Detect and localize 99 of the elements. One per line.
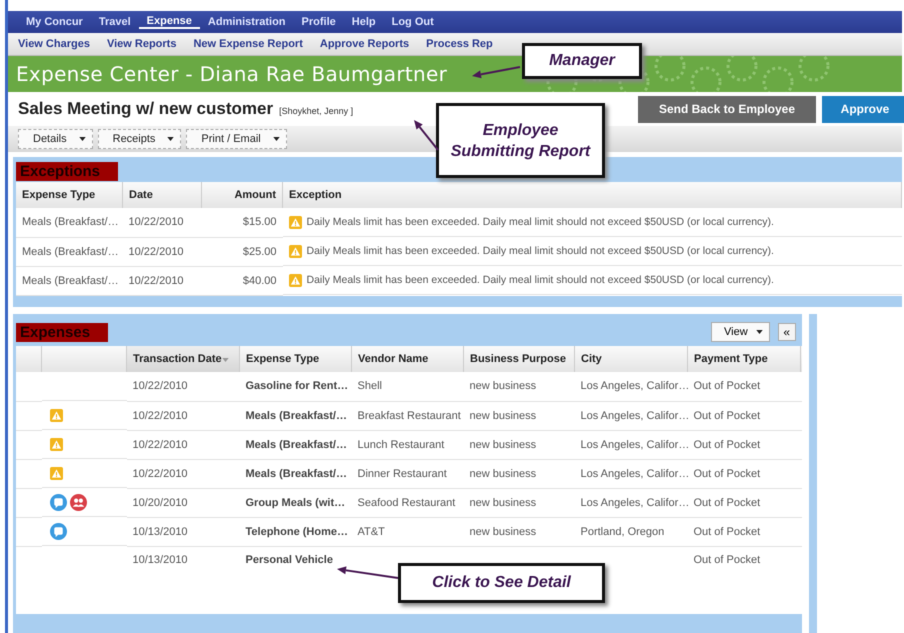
nav-link[interactable]: Approve Reports: [320, 38, 410, 50]
nav-tab[interactable]: My Concur: [18, 16, 91, 28]
nav-tab[interactable]: Administration: [200, 16, 294, 28]
table-cell: 10/13/2010: [132, 526, 188, 538]
table-cell: $15.00: [202, 208, 282, 237]
expense-link[interactable]: Personal Vehicle: [246, 554, 333, 566]
table-cell: Out of Pocket: [694, 526, 760, 538]
expense-link[interactable]: Group Meals (wit…: [246, 496, 346, 508]
table-cell: new business: [470, 410, 536, 422]
table-cell: new business: [470, 526, 536, 538]
table-cell: 10/22/2010: [122, 266, 202, 295]
exception-text: Daily Meals limit has been exceeded. Daily meal limit should not exceed $50USD (or local currency).: [306, 216, 774, 228]
table-cell: Out of Pocket: [694, 410, 760, 422]
table-cell: Los Angeles, Califor…: [580, 438, 690, 450]
column-header[interactable]: Vendor Name: [352, 346, 464, 372]
table-cell: new business: [470, 496, 536, 508]
table-cell: 10/22/2010: [122, 208, 202, 237]
table-cell: new business: [470, 468, 536, 480]
table-cell: Out of Pocket: [694, 468, 760, 480]
table-cell: Los Angeles, Califor…: [580, 380, 690, 392]
menu-button[interactable]: Details: [18, 129, 93, 149]
caret-icon: [272, 137, 280, 141]
sort-icon: [222, 358, 229, 362]
table-cell: 10/22/2010: [132, 468, 188, 480]
table-cell: Out of Pocket: [694, 438, 760, 450]
table-cell: Lunch Restaurant: [358, 438, 444, 450]
table-cell: 10/22/2010: [132, 438, 188, 450]
table-cell: Meals (Breakfast/…: [16, 266, 122, 295]
table-cell: $40.00: [202, 266, 282, 295]
column-header[interactable]: Payment Type: [688, 346, 800, 372]
approve-button[interactable]: Approve: [822, 96, 904, 122]
callout-box: Employee Submitting Report: [436, 103, 605, 178]
table-cell: 10/22/2010: [132, 380, 188, 392]
nav-tab[interactable]: Travel: [90, 16, 139, 28]
column-header[interactable]: Transaction Date: [126, 346, 240, 372]
nav-tab[interactable]: Profile: [294, 16, 344, 28]
nav-tab[interactable]: Expense: [138, 15, 200, 29]
expense-link[interactable]: Gasoline for Rent…: [246, 380, 348, 392]
table-cell: new business: [470, 438, 536, 450]
nav-link[interactable]: View Reports: [106, 38, 176, 50]
column-header: Amount: [202, 182, 282, 208]
section-heading: Exceptions: [16, 162, 118, 181]
arrow: [472, 66, 520, 78]
table-cell: Shell: [358, 380, 382, 392]
table-cell: $25.00: [202, 237, 282, 266]
exception-text: Daily Meals limit has been exceeded. Daily meal limit should not exceed $50USD (or local currency).: [306, 274, 774, 286]
table-cell: Meals (Breakfast/…: [16, 237, 122, 266]
column-header[interactable]: Expense Type: [240, 346, 352, 372]
column-header[interactable]: City: [574, 346, 688, 372]
table-cell: Out of Pocket: [694, 554, 760, 566]
column-header: Exception: [282, 182, 902, 208]
arrow: [414, 120, 439, 151]
nav-tab[interactable]: Log Out: [384, 16, 442, 28]
table-cell: Out of Pocket: [694, 496, 760, 508]
nav-link[interactable]: View Charges: [18, 38, 90, 50]
view-button[interactable]: View: [711, 322, 770, 342]
callout-box: Manager: [522, 43, 642, 79]
report-title: Sales Meeting w/ new customer: [18, 99, 274, 119]
table-cell: Los Angeles, Califor…: [580, 410, 690, 422]
table-cell: AT&T: [358, 526, 385, 538]
nav-link[interactable]: Process Rep: [426, 38, 493, 50]
caret-icon: [78, 137, 86, 141]
expense-link[interactable]: Meals (Breakfast/…: [246, 410, 347, 422]
nav-link[interactable]: New Expense Report: [193, 38, 303, 50]
expense-link[interactable]: Meals (Breakfast/…: [246, 468, 347, 480]
arrow: [337, 566, 398, 579]
caret-icon: [167, 137, 174, 141]
table-cell: Breakfast Restaurant: [358, 410, 461, 422]
warning-icon: [288, 216, 302, 228]
menu-button[interactable]: Receipts: [98, 129, 182, 149]
callout-box: Click to See Detail: [398, 563, 605, 603]
table-cell: Dinner Restaurant: [358, 468, 447, 480]
employee-name: [Shoykhet, Jenny ]: [279, 106, 354, 116]
table-cell: Out of Pocket: [694, 380, 760, 392]
table-cell: Seafood Restaurant: [358, 496, 456, 508]
expense-link[interactable]: Telephone (Home…: [246, 526, 348, 538]
page-title: Expense Center - Diana Rae Baumgartner: [16, 62, 448, 86]
column-header: Date: [122, 182, 202, 208]
warning-icon: [288, 244, 302, 258]
column-header: Expense Type: [16, 182, 122, 208]
exception-text: Daily Meals limit has been exceeded. Daily meal limit should not exceed $50USD (or local currency).: [306, 245, 774, 257]
expense-link[interactable]: Meals (Breakfast/…: [246, 438, 347, 450]
table-cell: Meals (Breakfast/…: [16, 208, 122, 237]
table-cell: 10/13/2010: [132, 554, 188, 566]
table-cell: 10/22/2010: [132, 410, 188, 422]
column-header[interactable]: Business Purpose: [464, 346, 574, 372]
table-cell: 10/22/2010: [122, 237, 202, 266]
nav-tab[interactable]: Help: [344, 16, 384, 28]
table-cell: Portland, Oregon: [580, 526, 664, 538]
menu-button[interactable]: Print / Email: [186, 129, 287, 149]
send-back-button[interactable]: Send Back to Employee: [638, 96, 816, 122]
table-cell: Los Angeles, Califor…: [580, 468, 690, 480]
table-cell: new business: [470, 380, 536, 392]
section-heading: Expenses: [16, 322, 108, 342]
warning-icon: [288, 274, 302, 286]
caret-icon: [756, 330, 763, 334]
table-cell: Los Angeles, Califor…: [580, 496, 690, 508]
collapse-button[interactable]: «: [778, 323, 796, 341]
table-cell: 10/20/2010: [132, 496, 188, 508]
